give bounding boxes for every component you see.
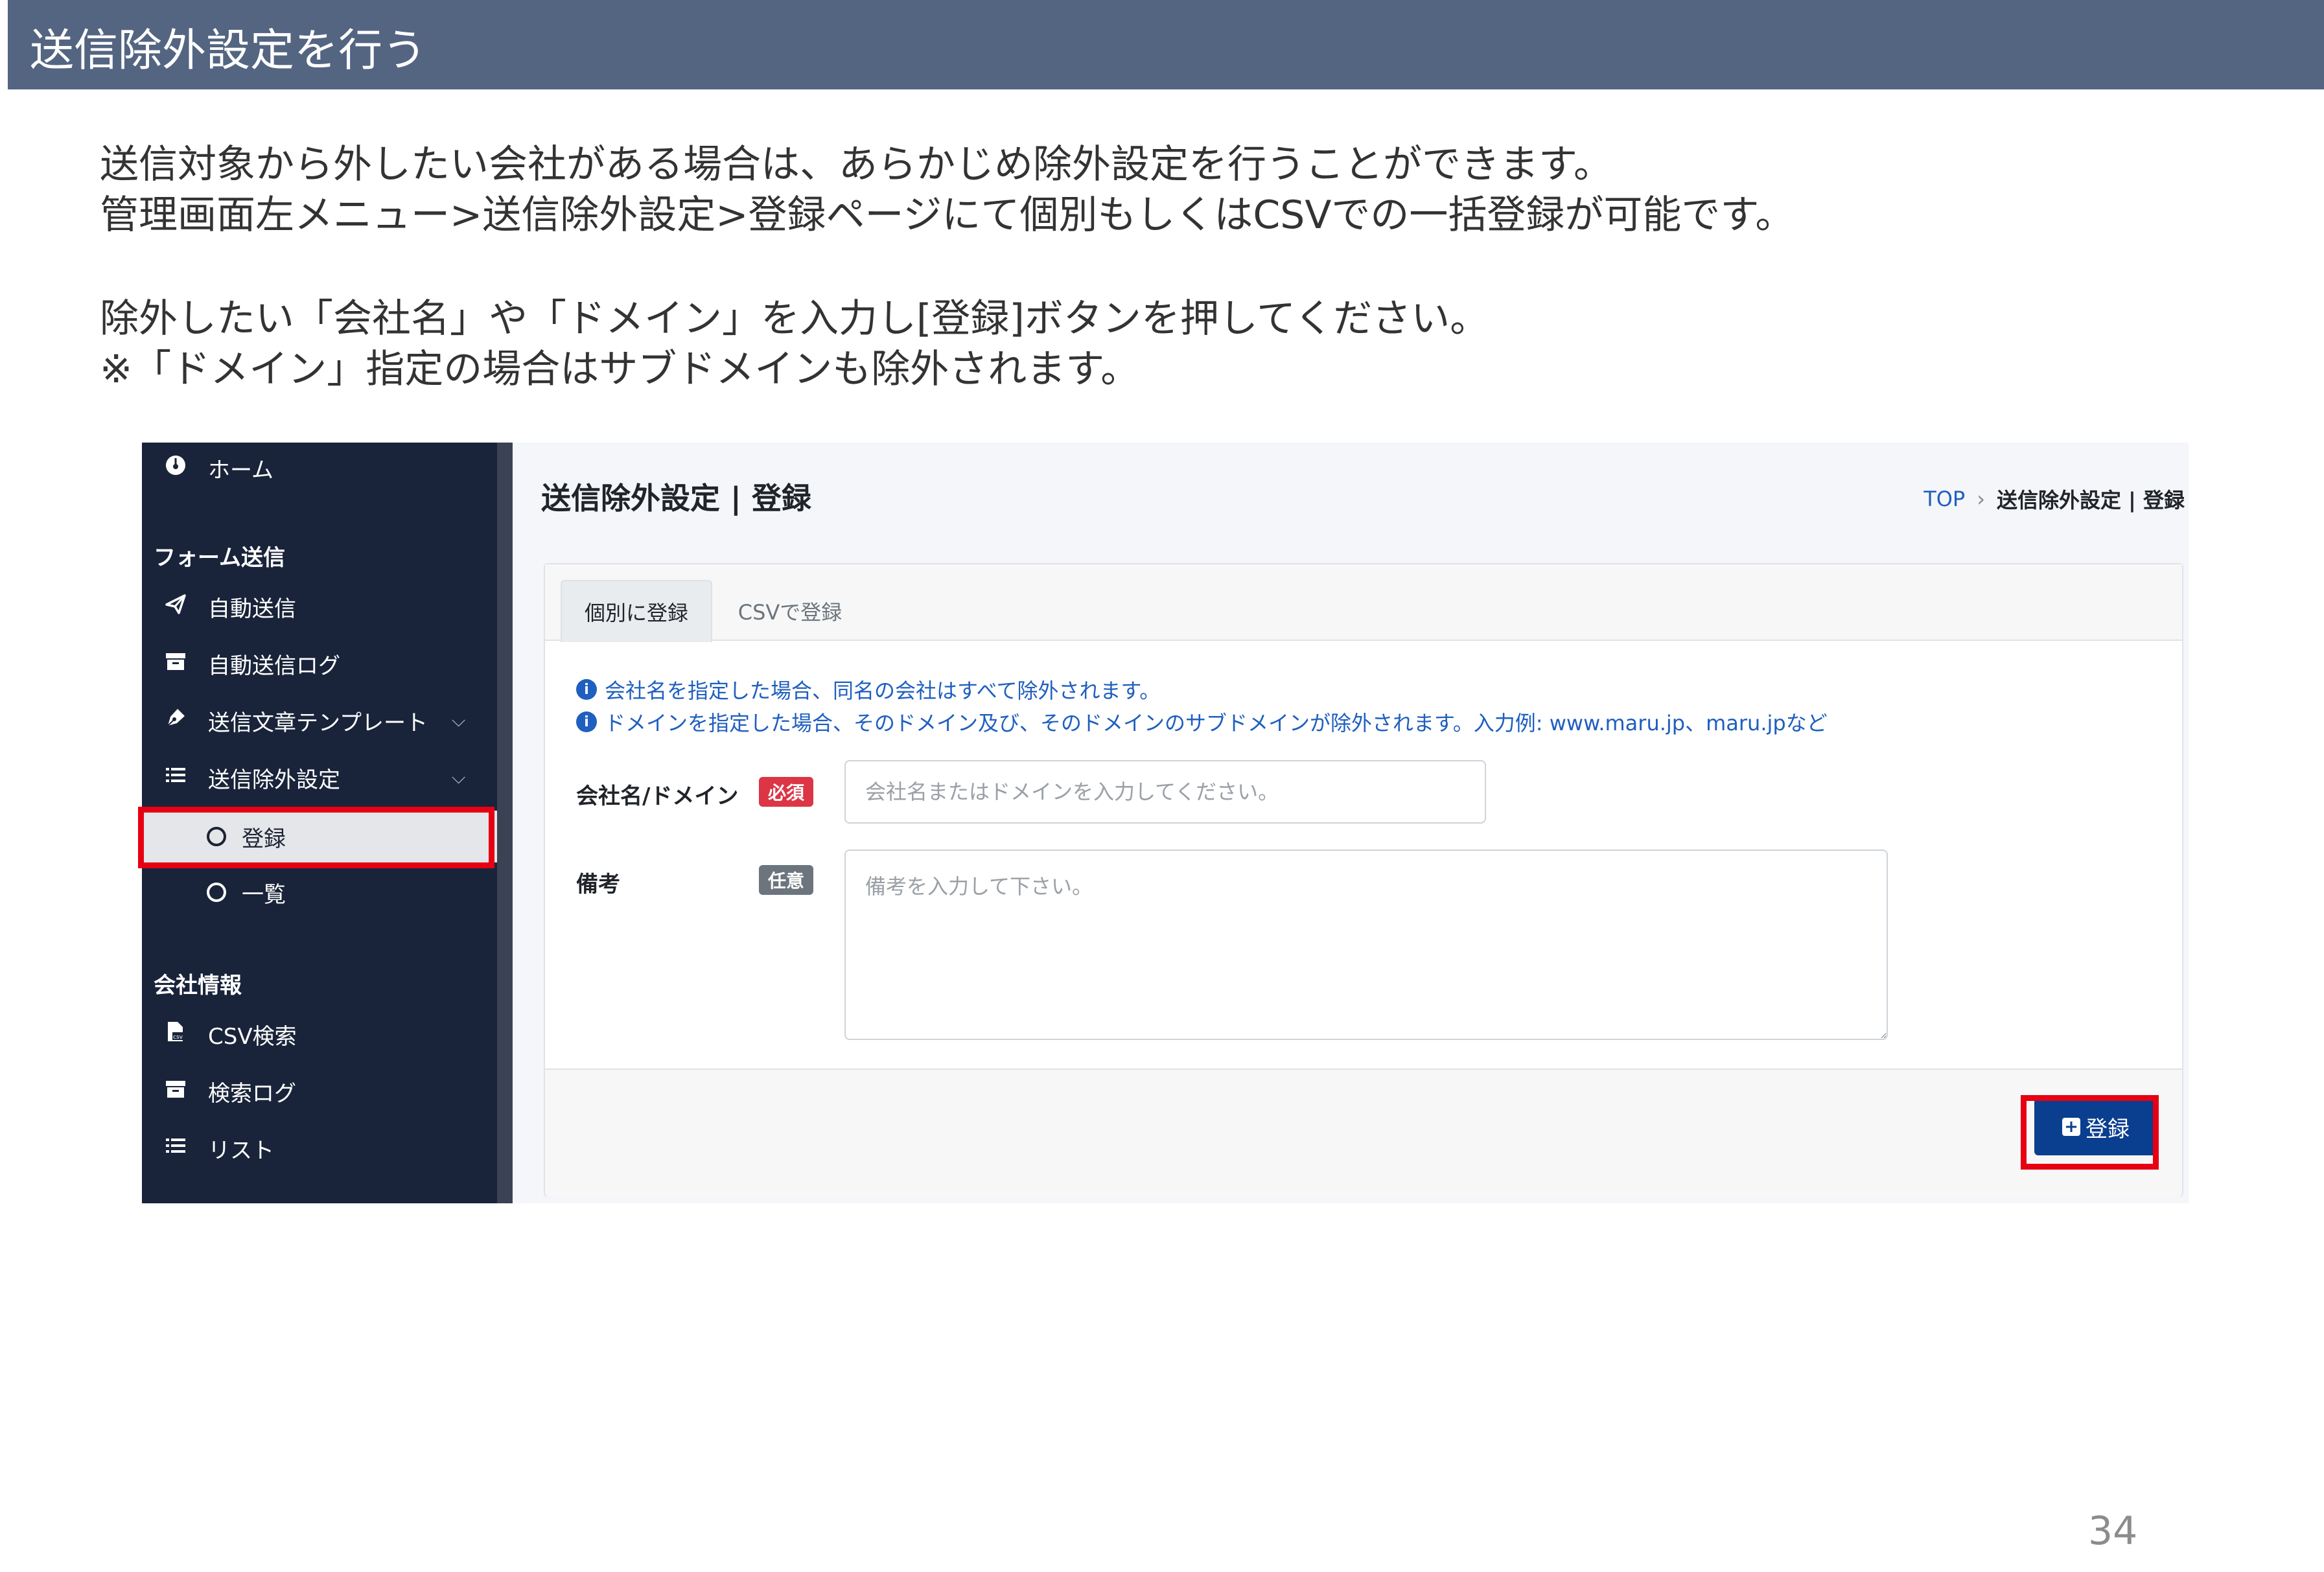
archive-icon — [161, 650, 190, 678]
sidebar-item-auto-send-log[interactable]: 自動送信ログ — [161, 641, 340, 686]
note-textarea[interactable] — [844, 850, 1888, 1040]
breadcrumb-separator: › — [1977, 487, 1986, 511]
main-content: 送信除外設定 | 登録 TOP › 送信除外設定 | 登録 個別に登録 CSVで… — [513, 443, 2189, 1203]
sidebar-item-label: 自動送信ログ — [208, 653, 340, 679]
sidebar-item-auto-send[interactable]: 自動送信 — [161, 584, 296, 629]
info-text: 会社名を指定した場合、同名の会社はすべて除外されます。 — [605, 678, 1161, 703]
sidebar-item-label: リスト — [208, 1137, 274, 1164]
file-csv-icon: csv — [161, 1021, 190, 1048]
slide-title: 送信除外設定を行う — [30, 25, 427, 76]
sidebar-section-company: 会社情報 — [154, 973, 242, 999]
company-domain-label: 会社名/ドメイン — [576, 783, 739, 809]
register-card: 個別に登録 CSVで登録 i 会社名を指定した場合、同名の会社はすべて除外されま… — [544, 563, 2183, 1197]
archive-icon — [161, 1078, 190, 1105]
card-tabs: 個別に登録 CSVで登録 — [545, 564, 2182, 642]
sidebar-scrollbar[interactable] — [497, 443, 513, 1203]
sidebar-item-label: 自動送信 — [208, 595, 296, 622]
info-icon: i — [576, 679, 597, 700]
card-footer: + 登録 — [545, 1069, 2182, 1197]
chevron-down-icon[interactable]: ⌵ — [452, 767, 465, 789]
description-1: 送信対象から外したい会社がある場合は、あらかじめ除外設定を行うことができます。 … — [100, 142, 1795, 238]
slide-header: 送信除外設定を行う — [8, 0, 2324, 89]
sidebar-item-exclusion[interactable]: 送信除外設定 — [161, 755, 340, 800]
sidebar-item-label: ホーム — [208, 457, 273, 483]
sidebar-item-label: 一覧 — [242, 881, 286, 908]
sidebar-item-csv-search[interactable]: csv CSV検索 — [161, 1011, 297, 1057]
sidebar-item-list[interactable]: リスト — [161, 1126, 274, 1171]
required-badge: 必須 — [759, 777, 814, 807]
chevron-down-icon[interactable]: ⌵ — [452, 710, 465, 732]
breadcrumb: TOP › 送信除外設定 | 登録 — [1923, 484, 2185, 514]
info-icon: i — [576, 711, 597, 732]
sidebar-item-template[interactable]: 送信文章テンプレート — [161, 698, 428, 743]
circle-icon — [207, 883, 226, 902]
info-text: ドメインを指定した場合、そのドメイン及び、そのドメインのサブドメインが除外されま… — [605, 711, 1828, 735]
sidebar-item-home[interactable]: ホーム — [161, 445, 273, 491]
breadcrumb-top-link[interactable]: TOP — [1923, 487, 1965, 511]
slide: 送信除外設定を行う 送信対象から外したい会社がある場合は、あらかじめ除外設定を行… — [0, 0, 2324, 1572]
company-domain-input[interactable] — [844, 760, 1486, 824]
dashboard-icon — [161, 454, 190, 482]
breadcrumb-current: 送信除外設定 | 登録 — [1997, 488, 2185, 513]
highlight-register-button — [2021, 1095, 2159, 1170]
sidebar-item-label: CSV検索 — [208, 1023, 297, 1050]
tab-individual[interactable]: 個別に登録 — [561, 580, 712, 642]
note-label: 備考 — [576, 872, 620, 897]
info-domain: i ドメインを指定した場合、そのドメイン及び、そのドメインのサブドメインが除外さ… — [576, 707, 1828, 737]
sidebar-item-label: 送信除外設定 — [208, 767, 340, 793]
paper-plane-icon — [161, 593, 190, 621]
page-title: 送信除外設定 | 登録 — [541, 481, 811, 516]
info-company: i 会社名を指定した場合、同名の会社はすべて除外されます。 — [576, 675, 1160, 704]
pen-nib-icon — [161, 707, 190, 735]
sidebar-item-label: 検索ログ — [208, 1080, 296, 1107]
sidebar-item-label: 送信文章テンプレート — [208, 710, 428, 736]
list-icon — [161, 764, 190, 792]
page-number: 34 — [2088, 1508, 2138, 1554]
sidebar-item-search-log[interactable]: 検索ログ — [161, 1069, 296, 1114]
list-icon — [161, 1135, 190, 1162]
optional-badge: 任意 — [759, 865, 814, 895]
tab-csv[interactable]: CSVで登録 — [725, 580, 855, 642]
description-2: 除外したい「会社名」や「ドメイン」を入力し[登録]ボタンを押してください。 ※「… — [100, 296, 1489, 392]
svg-text:csv: csv — [173, 1034, 183, 1041]
sidebar-section-form: フォーム送信 — [154, 545, 285, 571]
sidebar-subitem-list[interactable]: 一覧 — [142, 866, 497, 918]
highlight-register-menu — [138, 807, 494, 868]
